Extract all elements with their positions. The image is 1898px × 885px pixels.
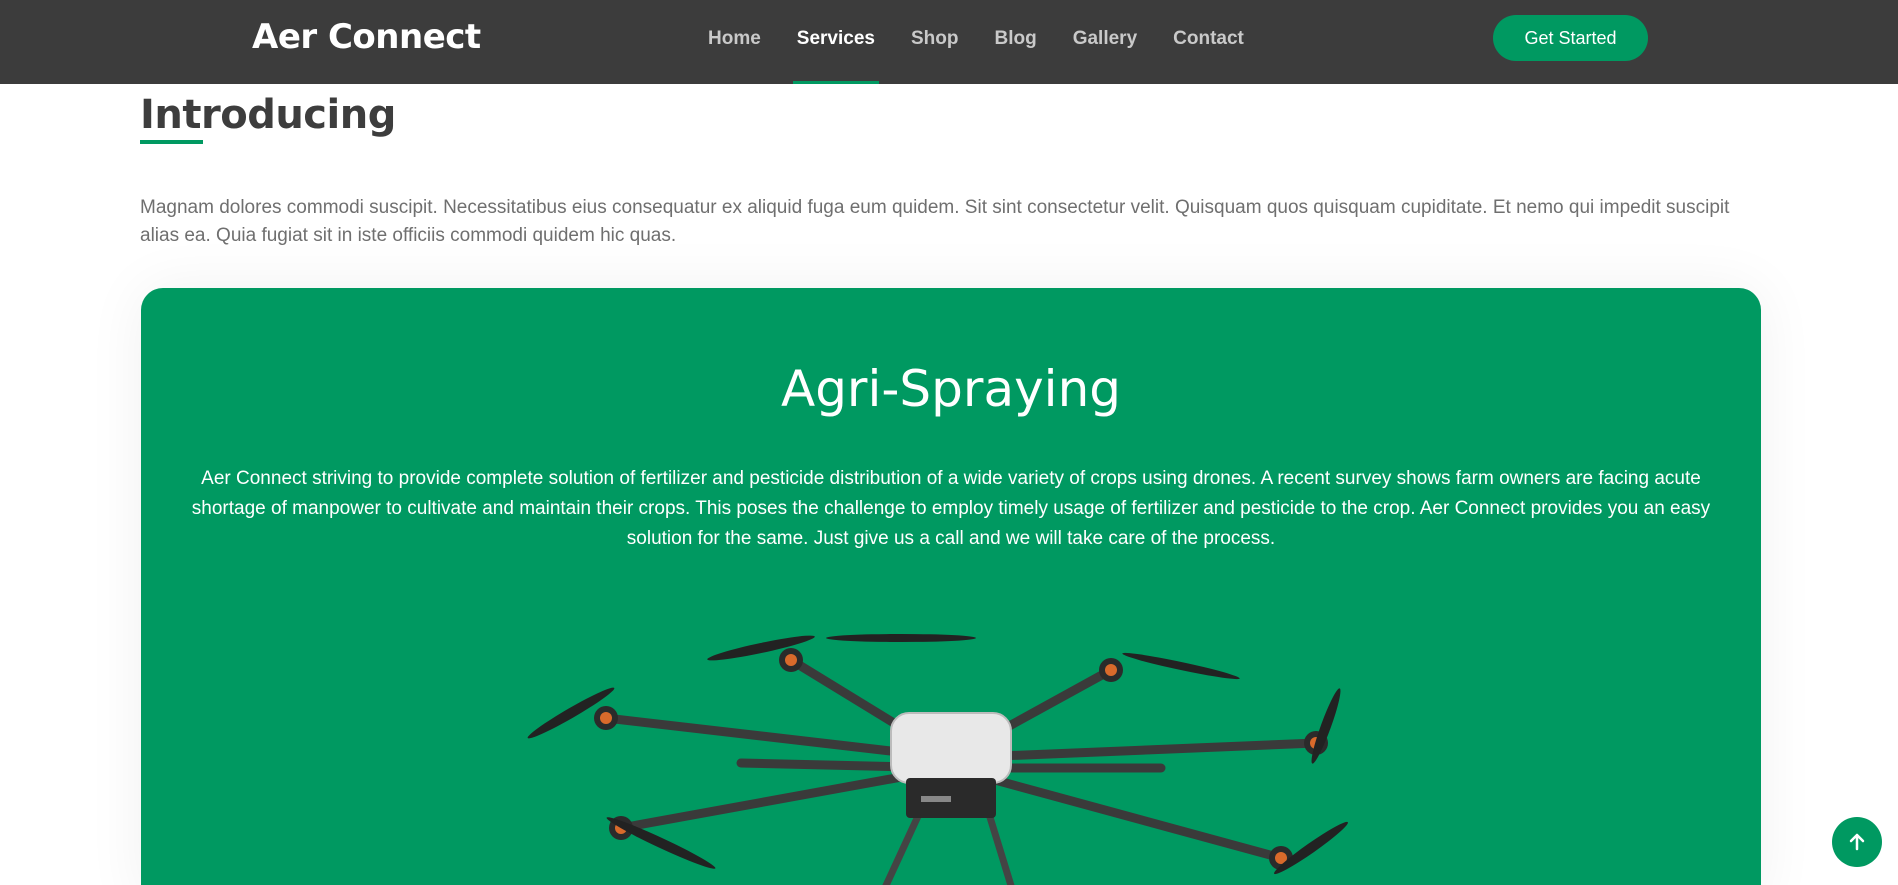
site-logo[interactable]: Aer Connect: [252, 17, 481, 57]
back-to-top-button[interactable]: [1832, 817, 1882, 867]
main-nav: Home Services Shop Blog Gallery Contact: [690, 0, 1262, 84]
arrow-up-icon: [1849, 833, 1865, 851]
get-started-button[interactable]: Get Started: [1493, 15, 1648, 61]
service-card: Agri-Spraying Aer Connect striving to pr…: [141, 288, 1761, 885]
card-title: Agri-Spraying: [780, 360, 1121, 418]
nav-blog[interactable]: Blog: [994, 0, 1036, 84]
nav-home[interactable]: Home: [708, 0, 761, 84]
section-title: Introducing: [140, 92, 396, 138]
intro-paragraph: Magnam dolores commodi suscipit. Necessi…: [140, 197, 1730, 246]
nav-services[interactable]: Services: [792, 0, 880, 84]
card-description: Aer Connect striving to provide complete…: [191, 468, 1711, 549]
nav-gallery[interactable]: Gallery: [1073, 0, 1137, 84]
drone-image: [511, 618, 1391, 885]
nav-shop[interactable]: Shop: [911, 0, 959, 84]
site-header: Aer Connect Home Services Shop Blog Gall…: [0, 0, 1898, 84]
title-underline: [140, 140, 203, 144]
nav-contact[interactable]: Contact: [1173, 0, 1244, 84]
